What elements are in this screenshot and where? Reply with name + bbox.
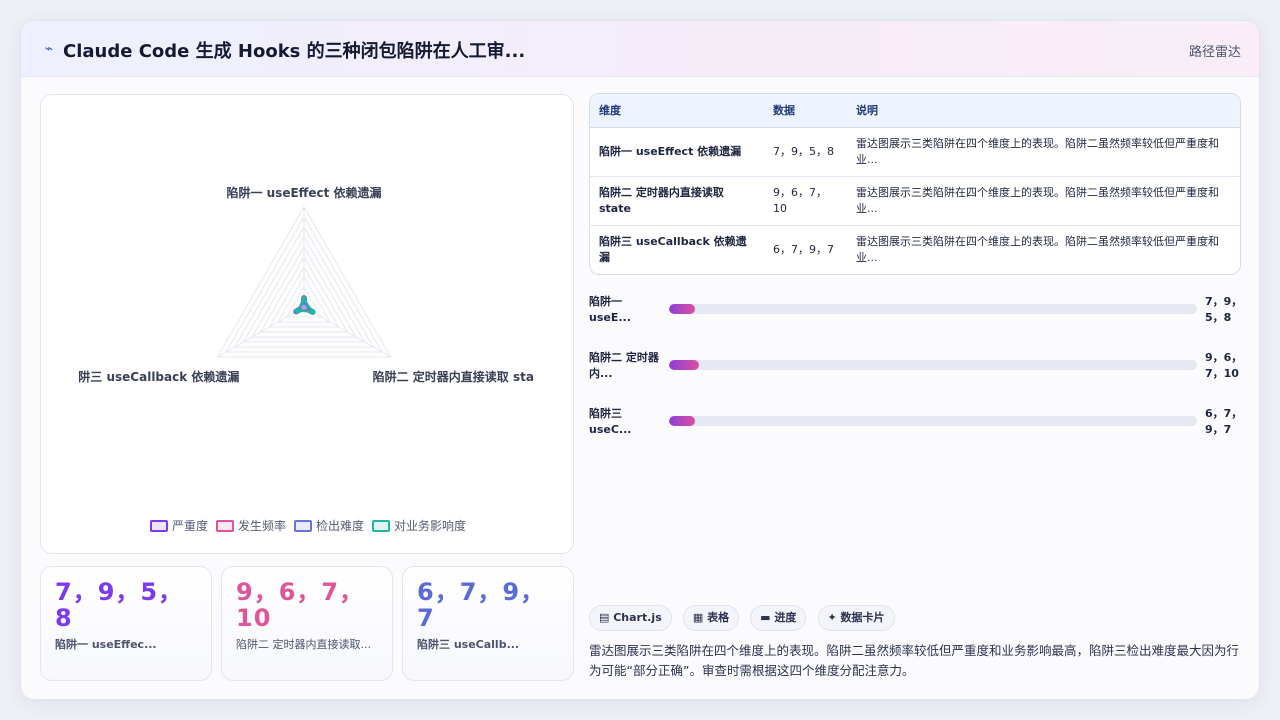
table-header-row: 维度 数据 说明 [590,94,1240,128]
progress-value: 9，6，7，10 [1205,351,1243,380]
legend-swatch [215,520,234,532]
chart-icon: ▤ [599,611,614,624]
legend-item[interactable]: 发生频率 [215,517,286,534]
radar-data-point [309,309,316,315]
progress-fill [669,304,696,314]
table-cell-data: 6，7，9，7 [773,242,834,256]
radar-data-point [301,296,307,302]
page-title: Claude Code 生成 Hooks 的三种闭包陷阱在人工审... [63,41,526,62]
column-header: 维度 [590,94,764,128]
tag-table[interactable]: ▦ 表格 [682,605,740,631]
stat-card-value: 9，6，7，10 [236,578,365,632]
legend-label: 发生频率 [237,519,286,533]
stat-card: 7，9，5，8 陷阱一 useEffec... [40,566,212,681]
table-cell-note: 雷达图展示三类陷阱在四个维度上的表现。陷阱二虽然频率较低但严重度和业... [847,176,1240,226]
progress-label: 陷阱一 useE... [589,295,631,324]
tag-chartjs[interactable]: ▤ Chart.js [589,605,672,631]
table-cell-note: 雷达图展示三类陷阱在四个维度上的表现。陷阱二虽然频率较低但严重度和业... [847,127,1240,177]
progress-label: 陷阱二 定时器内... [589,351,659,380]
progress-row: 陷阱二 定时器内... 9，6，7，10 [589,343,1249,389]
radar-chart: 陷阱一 useEffect 依赖遗漏陷阱二 定时器内直接读取 sta 阱三 use… [78,185,534,384]
progress-row: 陷阱三 useC... 6，7，9，7 [589,399,1249,445]
legend-label: 严重度 [171,519,208,533]
table-cell-dimension: 陷阱三 useCallback 依赖遗漏 [599,234,747,264]
progress-track [669,360,1197,370]
table-row: 陷阱二 定时器内直接读取 state 9，6，7，10 雷达图展示三类陷阱在四个… [590,176,1240,226]
legend-item[interactable]: 检出难度 [294,517,364,534]
chart-kind-label: 路径雷达 [1188,45,1241,60]
chart-description: 雷达图展示三类陷阱在四个维度上的表现。陷阱二虽然频率较低但严重度和业务影响最高，… [589,643,1240,678]
tag-label: Chart.js [613,611,662,624]
stat-card: 6，7，9，7 陷阱三 useCallb... [402,566,574,681]
table-cell-dimension: 陷阱二 定时器内直接读取 state [590,176,764,226]
table-icon: ▦ [692,611,708,624]
tag-progress[interactable]: ▬ 进度 [750,605,807,631]
table-cell-note: 雷达图展示三类陷阱在四个维度上的表现。陷阱二虽然频率较低但严重度和业... [856,234,1219,264]
sparkline-icon: ⌁ [44,41,54,57]
progress-label: 陷阱三 useC... [589,407,632,436]
table-cell-dimension: 陷阱一 useEffect 依赖遗漏 [590,127,764,177]
legend-item[interactable]: 对业务影响度 [372,517,466,534]
progress-value: 6，7，9，7 [1205,407,1243,436]
header: ⌁ Claude Code 生成 Hooks 的三种闭包陷阱在人工审... 路径… [21,21,1259,77]
tag-list: ▤ Chart.js ▦ 表格 ▬ 进度 ✦ 数据卡片 [589,605,901,631]
legend-swatch [294,520,312,532]
data-table: 维度 数据 说明 陷阱一 useEffect 依赖遗漏 7，9，5，8 雷达图展… [589,93,1241,275]
progress-fill [669,360,699,370]
legend-swatch [149,520,168,532]
table-cell-data: 9，6，7，10 [764,176,847,226]
table-row: 陷阱三 useCallback 依赖遗漏 6，7，9，7 雷达图展示三类陷阱在四… [590,225,1240,274]
table-cell-data: 7，9，5，8 [764,127,847,177]
legend-label: 对业务影响度 [394,519,467,533]
stat-card-label: 陷阱三 useCallb... [417,638,520,651]
card-icon: ✦ [827,611,841,624]
column-header: 说明 [847,94,1240,128]
progress-track [669,416,1197,426]
table-row: 陷阱一 useEffect 依赖遗漏 7，9，5，8 雷达图展示三类陷阱在四个维… [590,127,1240,177]
progress-track [669,304,1197,314]
stat-card: 9，6，7，10 陷阱二 定时器内直接读取... [221,566,393,681]
tag-label: 进度 [774,611,797,624]
radar-axis-label: 陷阱二 定时器内直接读取 sta [373,369,534,384]
stat-card-value: 6，7，9，7 [417,578,546,632]
tag-label: 表格 [707,611,730,624]
legend-item[interactable]: 严重度 [149,517,208,534]
radar-axis-label: 阱三 useCallback 依赖遗漏 [78,369,239,384]
tag-data-card[interactable]: ✦ 数据卡片 [817,605,895,631]
stat-card-label: 陷阱二 定时器内直接读取... [236,638,371,651]
app-window: ⌁ Claude Code 生成 Hooks 的三种闭包陷阱在人工审... 路径… [20,20,1260,700]
radar-chart-panel: 陷阱一 useEffect 依赖遗漏陷阱二 定时器内直接读取 sta 阱三 use… [40,94,574,554]
progress-row: 陷阱一 useE... 7，9，5，8 [589,287,1249,333]
progress-fill [669,416,696,426]
legend-swatch [372,520,391,532]
radar-data-point [294,307,301,314]
stat-card-value: 7，9，5，8 [55,578,184,632]
radar-axis-label: 陷阱一 useEffect 依赖遗漏 [226,185,381,200]
progress-icon: ▬ [760,611,775,624]
stat-card-label: 陷阱一 useEffec... [55,638,157,651]
column-header: 数据 [764,94,847,128]
tag-label: 数据卡片 [840,611,885,624]
progress-value: 7，9，5，8 [1205,295,1243,324]
legend-label: 检出难度 [316,519,365,533]
chart-legend: 严重度 发生频率 检出难度 对业务影响度 [41,517,575,534]
